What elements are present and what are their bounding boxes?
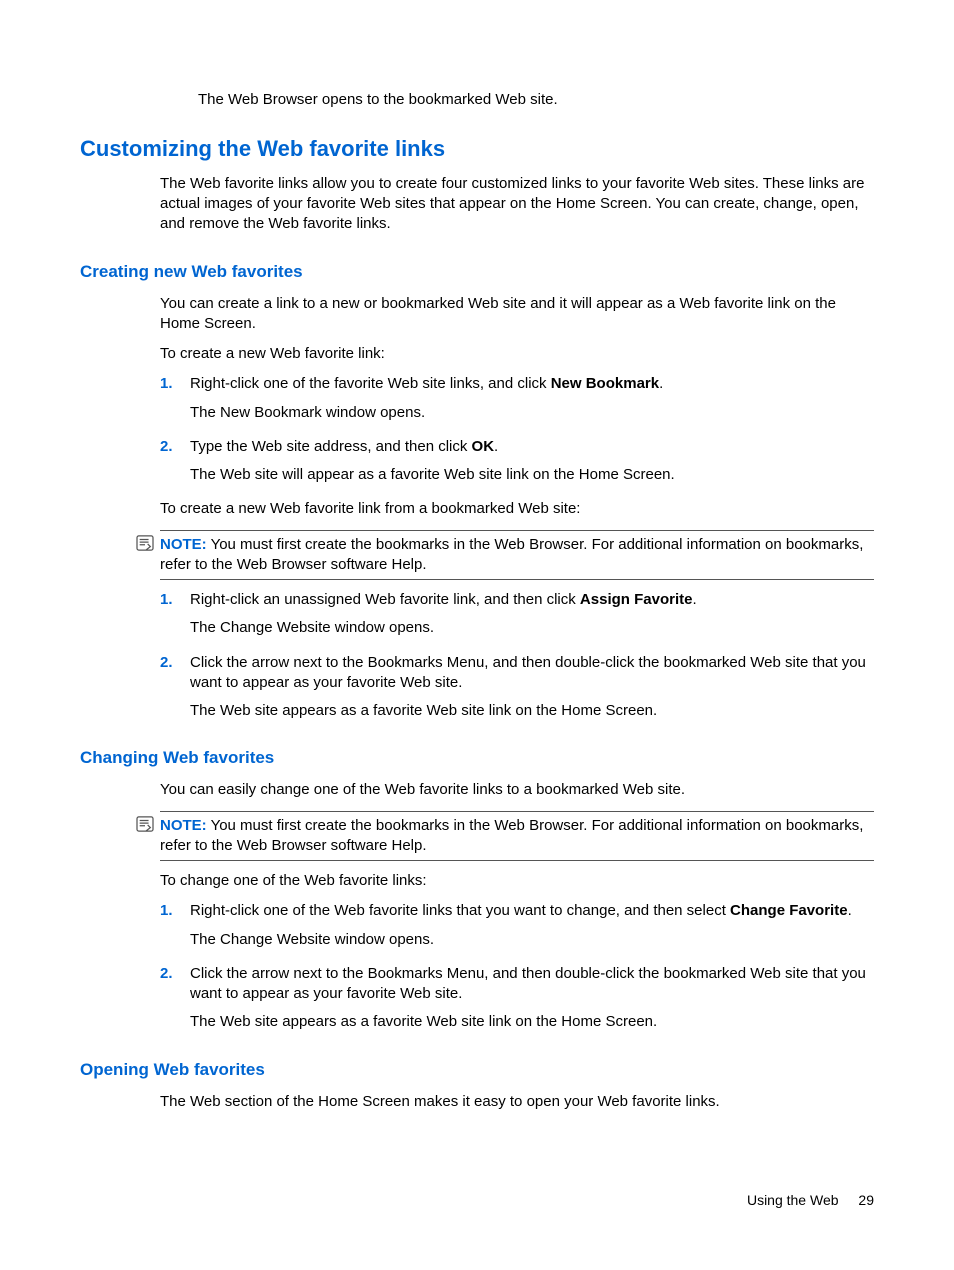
footer-section: Using the Web bbox=[747, 1192, 839, 1208]
list-item: 1. Right-click an unassigned Web favorit… bbox=[160, 590, 874, 610]
step-number: 2. bbox=[160, 653, 190, 673]
note-box: NOTE: You must first create the bookmark… bbox=[160, 811, 874, 862]
changing-steps-list: 2. Click the arrow next to the Bookmarks… bbox=[160, 964, 874, 1005]
step-result: The New Bookmark window opens. bbox=[190, 403, 874, 423]
note-label: NOTE: bbox=[160, 817, 207, 834]
note-label: NOTE: bbox=[160, 536, 207, 553]
opening-p1: The Web section of the Home Screen makes… bbox=[160, 1092, 874, 1112]
note-icon bbox=[136, 816, 154, 832]
step-number: 1. bbox=[160, 374, 190, 394]
step-number: 2. bbox=[160, 437, 190, 457]
list-item: 2. Click the arrow next to the Bookmarks… bbox=[160, 964, 874, 1005]
creating-steps-list-b: 1. Right-click an unassigned Web favorit… bbox=[160, 590, 874, 610]
note-text: You must first create the bookmarks in t… bbox=[160, 536, 863, 573]
list-item: 2. Click the arrow next to the Bookmarks… bbox=[160, 653, 874, 694]
step-result: The Change Website window opens. bbox=[190, 618, 874, 638]
heading-opening: Opening Web favorites bbox=[80, 1059, 874, 1082]
heading-creating: Creating new Web favorites bbox=[80, 261, 874, 284]
creating-p3: To create a new Web favorite link from a… bbox=[160, 499, 874, 519]
heading-changing: Changing Web favorites bbox=[80, 747, 874, 770]
changing-steps-list: 1. Right-click one of the Web favorite l… bbox=[160, 901, 874, 921]
step-text: Right-click an unassigned Web favorite l… bbox=[190, 590, 874, 610]
creating-steps-list-a: 2. Type the Web site address, and then c… bbox=[160, 437, 874, 457]
list-item: 2. Type the Web site address, and then c… bbox=[160, 437, 874, 457]
footer-page-number: 29 bbox=[858, 1192, 874, 1208]
creating-p1: You can create a link to a new or bookma… bbox=[160, 294, 874, 335]
step-text: Click the arrow next to the Bookmarks Me… bbox=[190, 964, 874, 1005]
note-text: You must first create the bookmarks in t… bbox=[160, 817, 863, 854]
step-text: Right-click one of the favorite Web site… bbox=[190, 374, 874, 394]
list-item: 1. Right-click one of the Web favorite l… bbox=[160, 901, 874, 921]
creating-p2: To create a new Web favorite link: bbox=[160, 344, 874, 364]
heading-customizing: Customizing the Web favorite links bbox=[80, 134, 874, 164]
step-text: Click the arrow next to the Bookmarks Me… bbox=[190, 653, 874, 694]
list-item: 1. Right-click one of the favorite Web s… bbox=[160, 374, 874, 394]
page-footer: Using the Web 29 bbox=[747, 1191, 874, 1210]
creating-steps-list-a: 1. Right-click one of the favorite Web s… bbox=[160, 374, 874, 394]
step-number: 1. bbox=[160, 901, 190, 921]
step-result: The Web site appears as a favorite Web s… bbox=[190, 701, 874, 721]
changing-p1: You can easily change one of the Web fav… bbox=[160, 780, 874, 800]
note-icon bbox=[136, 535, 154, 551]
note-box: NOTE: You must first create the bookmark… bbox=[160, 530, 874, 581]
step-number: 1. bbox=[160, 590, 190, 610]
intro-result-text: The Web Browser opens to the bookmarked … bbox=[198, 90, 874, 110]
step-text: Type the Web site address, and then clic… bbox=[190, 437, 874, 457]
document-page: The Web Browser opens to the bookmarked … bbox=[0, 0, 954, 1270]
step-number: 2. bbox=[160, 964, 190, 984]
step-text: Right-click one of the Web favorite link… bbox=[190, 901, 874, 921]
step-result: The Web site will appear as a favorite W… bbox=[190, 465, 874, 485]
step-result: The Web site appears as a favorite Web s… bbox=[190, 1012, 874, 1032]
changing-p2: To change one of the Web favorite links: bbox=[160, 871, 874, 891]
creating-steps-list-b: 2. Click the arrow next to the Bookmarks… bbox=[160, 653, 874, 694]
customizing-paragraph: The Web favorite links allow you to crea… bbox=[160, 174, 874, 235]
step-result: The Change Website window opens. bbox=[190, 930, 874, 950]
